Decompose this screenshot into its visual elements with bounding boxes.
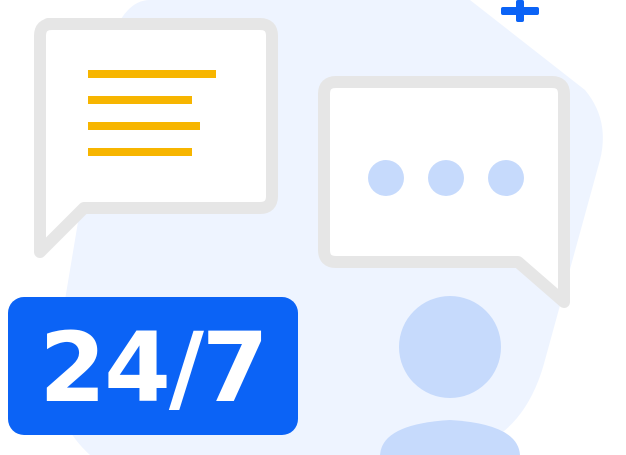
typing-dot-2: [428, 160, 464, 196]
plus-icon: [501, 0, 539, 22]
person-head: [399, 296, 501, 398]
text-line-1: [88, 70, 216, 78]
text-line-2: [88, 96, 192, 104]
availability-badge: 24/7: [8, 297, 298, 435]
text-line-4: [88, 148, 192, 156]
typing-dot-3: [488, 160, 524, 196]
badge-label: 24/7: [39, 312, 268, 424]
support-illustration: 24/7: [0, 0, 626, 455]
typing-dot-1: [368, 160, 404, 196]
text-line-3: [88, 122, 200, 130]
